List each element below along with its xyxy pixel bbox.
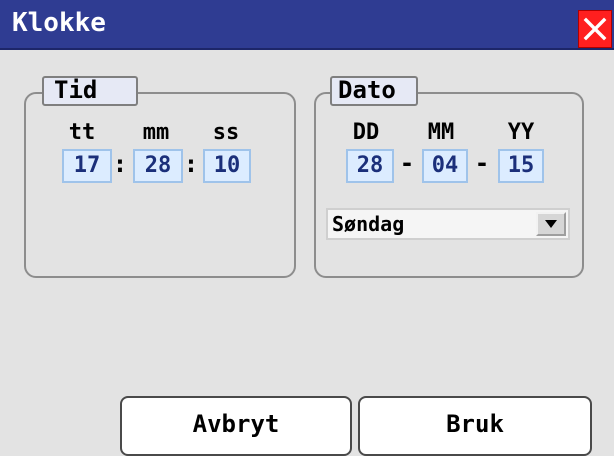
seconds-label: ss xyxy=(212,120,240,145)
time-separator: : xyxy=(183,150,199,178)
date-group-legend: Dato xyxy=(330,76,418,106)
window-title: Klokke xyxy=(12,8,106,38)
time-group-legend: Tid xyxy=(42,76,138,106)
seconds-field[interactable]: 10 xyxy=(203,149,251,183)
weekday-value: Søndag xyxy=(332,212,405,236)
month-label: MM xyxy=(427,120,455,145)
close-icon xyxy=(583,17,607,41)
hours-field[interactable]: 17 xyxy=(62,149,112,183)
year-label: YY xyxy=(507,120,535,145)
weekday-select[interactable]: Søndag xyxy=(326,208,570,240)
close-button[interactable] xyxy=(578,10,612,48)
date-separator: - xyxy=(474,149,490,177)
dropdown-arrow-icon xyxy=(545,220,557,228)
minutes-label: mm xyxy=(142,120,170,145)
title-bar: Klokke xyxy=(0,0,614,50)
cancel-button[interactable]: Avbryt xyxy=(120,396,352,456)
date-separator: - xyxy=(399,149,415,177)
day-field[interactable]: 28 xyxy=(346,149,394,183)
month-field[interactable]: 04 xyxy=(422,149,468,183)
minutes-field[interactable]: 28 xyxy=(133,149,183,183)
day-label: DD xyxy=(352,120,380,145)
year-field[interactable]: 15 xyxy=(498,149,544,183)
weekday-dropdown-button[interactable] xyxy=(536,212,566,236)
time-separator: : xyxy=(112,150,128,178)
apply-button[interactable]: Bruk xyxy=(358,396,592,456)
hours-label: tt xyxy=(68,120,96,145)
